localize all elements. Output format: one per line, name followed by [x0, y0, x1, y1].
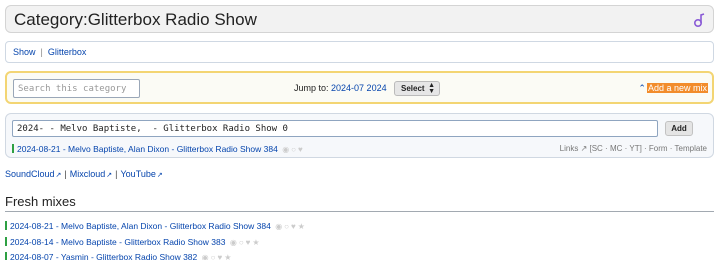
- status-bar-icon: [5, 236, 7, 246]
- eye-icon: ◉: [201, 253, 209, 260]
- star-icon: ★: [252, 237, 260, 247]
- title-bar: Category:Glitterbox Radio Show: [5, 5, 714, 33]
- fresh-mixes-list: 2024-08-21 - Melvo Baptiste, Alan Dixon …: [5, 219, 305, 260]
- jump-label: Jump to:: [294, 83, 329, 93]
- external-links: SoundCloud↗ | Mixcloud↗ | YouTube↗: [5, 169, 163, 179]
- tools-rest[interactable]: [SC · MC · YT] · Form · Template: [590, 144, 708, 153]
- fresh-mix-link[interactable]: 2024-08-14 - Melvo Baptiste - Glitterbox…: [10, 237, 225, 247]
- add-mix-panel: Add 2024-08-21 - Melvo Baptiste, Alan Di…: [5, 113, 714, 158]
- list-item: 2024-08-07 - Yasmin - Glitterbox Radio S…: [5, 250, 305, 260]
- eye-icon: ◉: [275, 222, 283, 231]
- breadcrumb-show[interactable]: Show: [13, 47, 36, 57]
- jump-to: Jump to: 2024-07 2024: [294, 83, 387, 93]
- circle-icon: ○: [210, 253, 216, 260]
- heart-icon: ♥: [291, 222, 296, 231]
- circle-icon: ○: [291, 145, 297, 154]
- link-separator: |: [64, 169, 67, 179]
- preview-row: 2024-08-21 - Melvo Baptiste, Alan Dixon …: [12, 144, 303, 154]
- eye-icon: ◉: [229, 237, 237, 247]
- chevron-up-icon: ⌃: [638, 83, 646, 93]
- star-icon: ★: [224, 253, 232, 260]
- mixcloud-link[interactable]: Mixcloud: [70, 169, 106, 179]
- breadcrumb: Show | Glitterbox: [5, 41, 714, 63]
- add-new-mix-button[interactable]: ⌃ Add a new mix: [638, 83, 708, 95]
- status-bar-icon: [12, 144, 14, 153]
- fresh-mix-link[interactable]: 2024-08-21 - Melvo Baptiste, Alan Dixon …: [10, 221, 271, 231]
- add-button[interactable]: Add: [665, 121, 693, 136]
- mix-title-input[interactable]: [12, 120, 658, 137]
- heart-icon: ♥: [217, 253, 223, 260]
- soundcloud-link[interactable]: SoundCloud: [5, 169, 55, 179]
- external-link-icon: ↗: [55, 172, 62, 179]
- circle-icon: ○: [238, 237, 244, 247]
- page-title: Category:Glitterbox Radio Show: [14, 10, 257, 29]
- tools-links: Links ↗ [SC · MC · YT] · Form · Template: [560, 144, 707, 153]
- heart-icon: ♥: [245, 237, 251, 247]
- external-link-icon: ↗: [106, 172, 113, 179]
- external-link-icon: ↗: [156, 172, 163, 179]
- fresh-mixes-heading: Fresh mixes: [5, 194, 76, 209]
- eye-icon: ◉: [282, 145, 290, 154]
- list-item: 2024-08-14 - Melvo Baptiste - Glitterbox…: [5, 235, 305, 251]
- list-item: 2024-08-21 - Melvo Baptiste, Alan Dixon …: [5, 219, 305, 235]
- select-label: Select: [401, 84, 425, 93]
- music-note-logo-icon[interactable]: [691, 12, 707, 28]
- select-dropdown[interactable]: Select ▲ ▼: [394, 81, 440, 96]
- external-link-icon: ↗: [580, 144, 588, 153]
- star-icon: ★: [297, 222, 305, 231]
- jump-link[interactable]: 2024-07 2024: [331, 83, 387, 93]
- breadcrumb-separator: |: [40, 47, 43, 57]
- circle-icon: ○: [284, 222, 290, 231]
- heart-icon: ♥: [298, 145, 303, 154]
- updown-arrows-icon: ▲ ▼: [428, 82, 435, 95]
- search-bar: Jump to: 2024-07 2024 Select ▲▼ ⌃Add a n…: [5, 71, 714, 104]
- search-input[interactable]: [13, 79, 140, 98]
- heading-divider: [5, 211, 714, 212]
- breadcrumb-glitterbox[interactable]: Glitterbox: [48, 47, 87, 57]
- youtube-link[interactable]: YouTube: [121, 169, 156, 179]
- status-bar-icon: [5, 252, 7, 260]
- preview-link[interactable]: 2024-08-21 - Melvo Baptiste, Alan Dixon …: [17, 144, 278, 154]
- status-bar-icon: [5, 221, 7, 230]
- link-separator: |: [115, 169, 118, 179]
- add-new-mix-label: Add a new mix: [646, 83, 708, 93]
- fresh-mix-link[interactable]: 2024-08-07 - Yasmin - Glitterbox Radio S…: [10, 252, 197, 260]
- links-label[interactable]: Links: [560, 144, 579, 153]
